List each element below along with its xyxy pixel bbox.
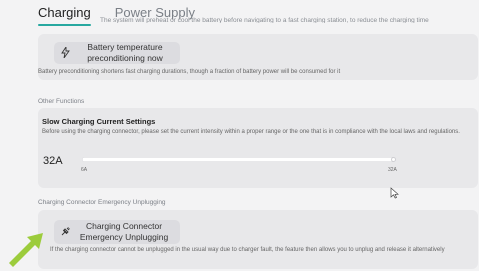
battery-preconditioning-note: Battery preconditioning shortens fast ch… — [38, 69, 341, 75]
current-value: 32A — [43, 155, 63, 167]
other-functions-label: Other Functions — [38, 98, 85, 105]
battery-preconditioning-card: Battery temperature preconditioning now … — [38, 34, 478, 80]
mouse-pointer-icon — [390, 186, 399, 204]
battery-preconditioning-button-label: Battery temperature preconditioning now — [87, 42, 163, 63]
slider-max-label: 32A — [388, 167, 397, 173]
charging-settings-page: Charging Power Supply The system will pr… — [0, 0, 479, 271]
slow-charging-description: Before using the charging connector, ple… — [42, 129, 460, 135]
emergency-unplugging-label: Charging Connector Emergency Unplugging — [38, 199, 166, 206]
emergency-unplugging-button[interactable]: Charging Connector Emergency Unplugging — [54, 220, 180, 244]
emergency-unplugging-note: If the charging connector cannot be unpl… — [50, 247, 445, 253]
current-slider-thumb[interactable] — [391, 157, 396, 162]
green-arrow-icon — [5, 226, 55, 271]
slow-charging-title: Slow Charging Current Settings — [42, 117, 156, 126]
current-slider[interactable] — [82, 157, 395, 162]
plug-icon — [61, 227, 70, 238]
scrolled-description: The system will preheat or cool the batt… — [100, 17, 429, 23]
emergency-unplugging-card: Charging Connector Emergency Unplugging … — [38, 210, 478, 269]
lightning-bolt-icon — [61, 45, 70, 60]
slow-charging-card: Slow Charging Current Settings Before us… — [38, 108, 478, 188]
tab-charging[interactable]: Charging — [38, 0, 91, 26]
emergency-unplugging-button-label: Charging Connector Emergency Unplugging — [79, 221, 169, 242]
battery-preconditioning-button[interactable]: Battery temperature preconditioning now — [54, 42, 180, 64]
slider-min-label: 6A — [81, 167, 88, 173]
